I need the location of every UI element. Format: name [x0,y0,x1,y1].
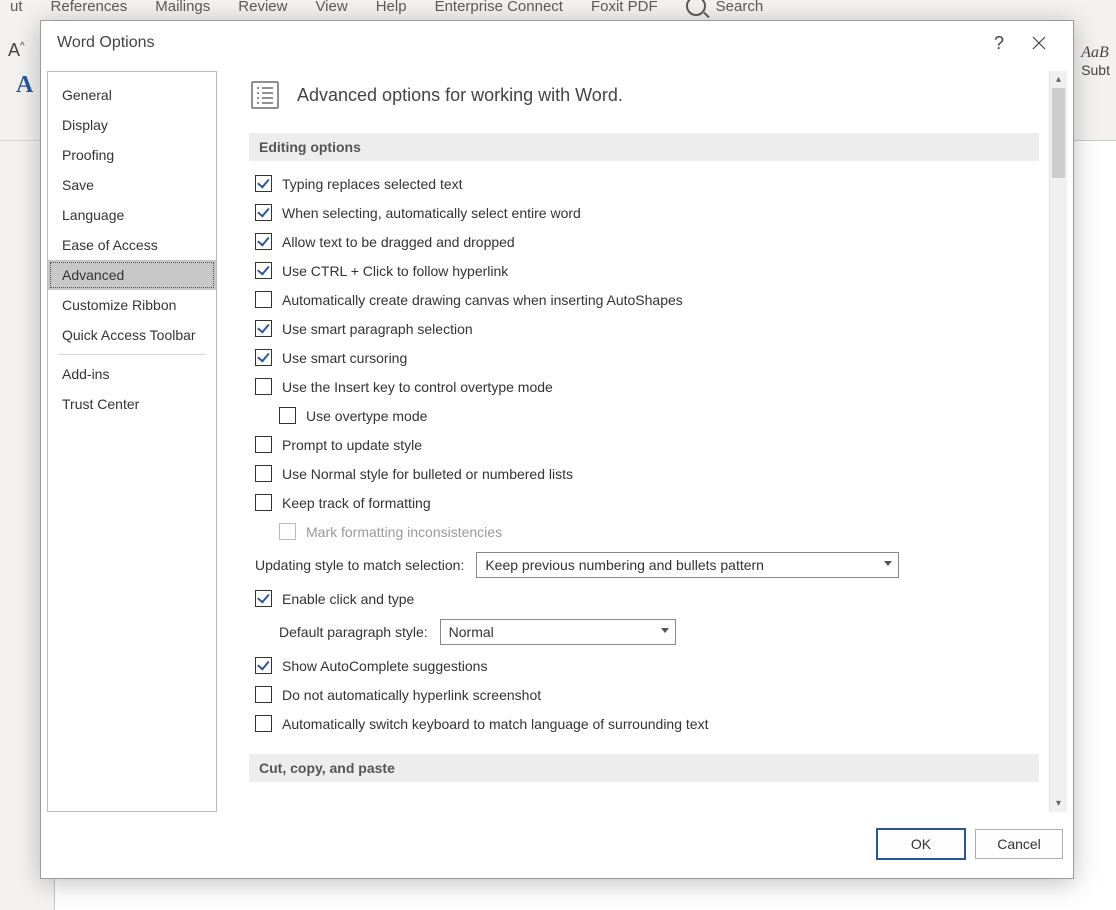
checkbox-overtype-mode[interactable] [279,407,296,424]
ribbon-tab[interactable]: View [315,0,347,15]
ok-button[interactable]: OK [877,829,965,859]
sidebar-item-advanced[interactable]: Advanced [48,260,216,290]
vertical-scrollbar[interactable]: ▴ ▾ [1049,71,1067,812]
label-drag-drop: Allow text to be dragged and dropped [282,234,515,250]
help-icon: ? [994,33,1004,54]
label-default-paragraph-style: Default paragraph style: [279,624,428,640]
sidebar-item-ease-of-access[interactable]: Ease of Access [48,230,216,260]
label-track-formatting: Keep track of formatting [282,495,431,511]
label-smart-paragraph: Use smart paragraph selection [282,321,473,337]
chevron-down-icon [884,561,892,566]
sidebar-item-quick-access-toolbar[interactable]: Quick Access Toolbar [48,320,216,350]
ribbon-tab[interactable]: Enterprise Connect [435,0,563,15]
page-heading: Advanced options for working with Word. [297,85,623,106]
label-ctrl-click-hyperlink: Use CTRL + Click to follow hyperlink [282,263,508,279]
chevron-down-icon [661,628,669,633]
close-icon [1032,36,1046,50]
font-color-icon[interactable]: A [16,72,33,99]
section-editing-options: Editing options [249,133,1039,161]
checkbox-normal-style-lists[interactable] [255,465,272,482]
label-auto-drawing-canvas: Automatically create drawing canvas when… [282,292,683,308]
label-typing-replaces: Typing replaces selected text [282,176,463,192]
search-label[interactable]: Search [716,0,764,15]
checkbox-select-entire-word[interactable] [255,204,272,221]
ribbon-tabs: ut References Mailings Review View Help … [0,0,1116,22]
checkbox-auto-switch-keyboard[interactable] [255,715,272,732]
sidebar-separator [58,354,206,355]
label-auto-switch-keyboard: Automatically switch keyboard to match l… [282,716,708,732]
ribbon-tab[interactable]: Review [238,0,287,15]
checkbox-click-and-type[interactable] [255,590,272,607]
sidebar-item-save[interactable]: Save [48,170,216,200]
checkbox-drag-drop[interactable] [255,233,272,250]
ribbon-tab[interactable]: Help [376,0,407,15]
sidebar-item-customize-ribbon[interactable]: Customize Ribbon [48,290,216,320]
checkbox-smart-paragraph[interactable] [255,320,272,337]
label-no-hyperlink-screenshot: Do not automatically hyperlink screensho… [282,687,541,703]
sidebar-item-general[interactable]: General [48,80,216,110]
word-options-dialog: Word Options ? General Display Proofing … [40,20,1074,879]
label-smart-cursoring: Use smart cursoring [282,350,407,366]
category-sidebar: General Display Proofing Save Language E… [47,71,217,812]
label-overtype-mode: Use overtype mode [306,408,427,424]
label-select-entire-word: When selecting, automatically select ent… [282,205,581,221]
ribbon-tab[interactable]: References [51,0,128,15]
ribbon-tab[interactable]: ut [10,0,23,15]
select-default-paragraph-style-value: Normal [449,624,494,640]
label-mark-formatting-inconsistencies: Mark formatting inconsistencies [306,524,502,540]
advanced-options-icon [249,79,281,111]
style-gallery-item[interactable]: AaB Subt [1081,44,1110,78]
scroll-down-button[interactable]: ▾ [1050,795,1067,812]
checkbox-smart-cursoring[interactable] [255,349,272,366]
select-updating-style-value: Keep previous numbering and bullets patt… [485,557,764,573]
ribbon-tab[interactable]: Mailings [155,0,210,15]
checkbox-auto-drawing-canvas[interactable] [255,291,272,308]
close-button[interactable] [1019,27,1059,59]
sidebar-item-trust-center[interactable]: Trust Center [48,389,216,419]
help-button[interactable]: ? [979,27,1019,59]
checkbox-autocomplete-suggestions[interactable] [255,657,272,674]
sidebar-item-language[interactable]: Language [48,200,216,230]
checkbox-ctrl-click-hyperlink[interactable] [255,262,272,279]
ribbon-tab[interactable]: Foxit PDF [591,0,658,15]
options-content: Advanced options for working with Word. … [231,71,1049,812]
search-icon [686,0,706,16]
checkbox-insert-key-overtype[interactable] [255,378,272,395]
select-updating-style[interactable]: Keep previous numbering and bullets patt… [476,552,899,578]
grow-font-icon[interactable]: A^ [8,40,25,61]
label-prompt-update-style: Prompt to update style [282,437,422,453]
label-normal-style-lists: Use Normal style for bulleted or numbere… [282,466,573,482]
sidebar-item-display[interactable]: Display [48,110,216,140]
section-cut-copy-paste: Cut, copy, and paste [249,754,1039,782]
label-click-and-type: Enable click and type [282,591,414,607]
label-autocomplete-suggestions: Show AutoComplete suggestions [282,658,487,674]
sidebar-item-proofing[interactable]: Proofing [48,140,216,170]
scroll-up-button[interactable]: ▴ [1050,71,1067,88]
select-default-paragraph-style[interactable]: Normal [440,619,676,645]
label-updating-style: Updating style to match selection: [255,557,464,573]
checkbox-mark-formatting-inconsistencies [279,523,296,540]
checkbox-track-formatting[interactable] [255,494,272,511]
dialog-title: Word Options [57,34,155,52]
dialog-footer: OK Cancel [41,818,1073,878]
checkbox-typing-replaces[interactable] [255,175,272,192]
checkbox-no-hyperlink-screenshot[interactable] [255,686,272,703]
scroll-thumb[interactable] [1052,88,1065,178]
checkbox-prompt-update-style[interactable] [255,436,272,453]
dialog-titlebar: Word Options ? [41,21,1073,65]
label-insert-key-overtype: Use the Insert key to control overtype m… [282,379,553,395]
cancel-button[interactable]: Cancel [975,829,1063,859]
sidebar-item-add-ins[interactable]: Add-ins [48,359,216,389]
